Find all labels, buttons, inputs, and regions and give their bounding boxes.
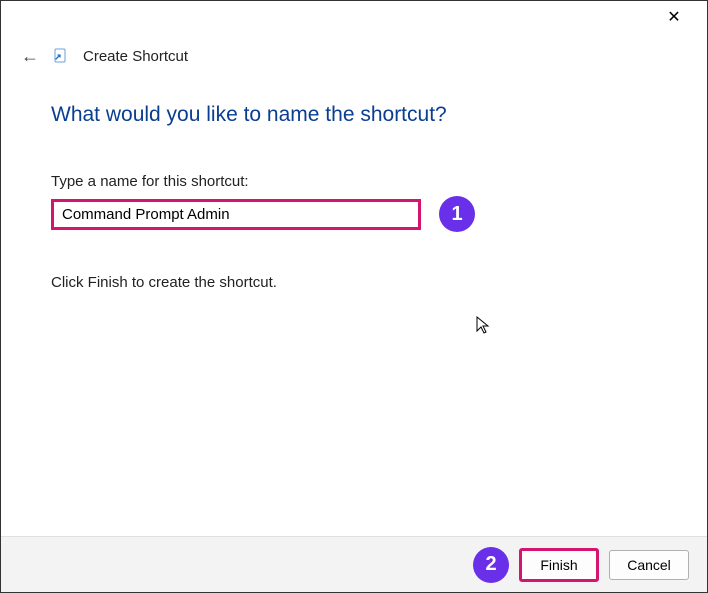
- close-button[interactable]: ✕: [651, 2, 697, 32]
- finish-button[interactable]: Finish: [519, 548, 599, 582]
- shortcut-file-icon: [53, 48, 69, 64]
- cancel-button[interactable]: Cancel: [609, 550, 689, 580]
- close-icon: ✕: [667, 7, 680, 27]
- wizard-content: What would you like to name the shortcut…: [1, 73, 707, 291]
- input-row: 1: [51, 196, 657, 232]
- finish-hint: Click Finish to create the shortcut.: [51, 274, 657, 291]
- shortcut-name-input[interactable]: [51, 199, 421, 230]
- back-arrow-icon[interactable]: ←: [21, 47, 39, 65]
- footer-badge-group: 2 Finish: [473, 547, 599, 583]
- annotation-badge-2: 2: [473, 547, 509, 583]
- titlebar: ✕: [1, 1, 707, 33]
- wizard-header: ← Create Shortcut: [1, 33, 707, 73]
- annotation-badge-1: 1: [439, 196, 475, 232]
- shortcut-name-label: Type a name for this shortcut:: [51, 173, 657, 190]
- wizard-title: Create Shortcut: [83, 48, 188, 65]
- wizard-footer: 2 Finish Cancel: [1, 536, 707, 592]
- cursor-icon: [476, 316, 492, 341]
- page-heading: What would you like to name the shortcut…: [51, 103, 657, 127]
